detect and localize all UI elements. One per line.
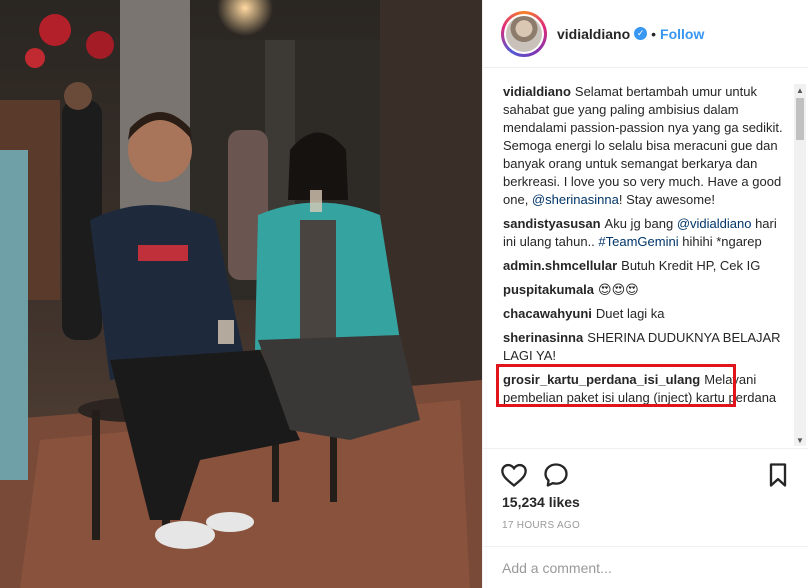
caption-text: Selamat bertambah umur untuk sahabat gue…	[503, 84, 783, 207]
comment-item: sandistyasusan Aku jg bang @vidialdiano h…	[503, 215, 793, 251]
post-header: vidialdiano ✓ • Follow	[483, 0, 808, 68]
post-timestamp[interactable]: 17 HOURS AGO	[502, 520, 580, 531]
scroll-up-arrow-icon[interactable]: ▲	[794, 84, 806, 96]
caption: vidialdiano Selamat bertambah umur untuk …	[503, 83, 793, 209]
scroll-down-arrow-icon[interactable]: ▼	[794, 434, 806, 446]
comment-item: puspitakumala 😍😍😍	[503, 281, 793, 299]
caption-mention[interactable]: @sherinasinna	[532, 192, 619, 207]
comment-username[interactable]: puspitakumala	[503, 282, 594, 297]
header-separator: •	[651, 25, 657, 42]
comment-username[interactable]: chacawahyuni	[503, 306, 592, 321]
comment-item: admin.shmcellular Butuh Kredit HP, Cek IG	[503, 257, 793, 275]
verified-badge-icon: ✓	[634, 27, 648, 40]
comment-text: hihihi *ngarep	[678, 234, 762, 249]
comments-list[interactable]: vidialdiano Selamat bertambah umur untuk …	[503, 83, 793, 445]
likes-count[interactable]: 15,234 likes	[502, 494, 580, 510]
comment-input[interactable]	[502, 557, 792, 579]
comment-hashtag[interactable]: #TeamGemini	[598, 234, 678, 249]
comment-item: grosir_kartu_perdana_isi_ulang Melayani p…	[503, 371, 793, 407]
comment-text: Butuh Kredit HP, Cek IG	[621, 258, 761, 273]
comment-username[interactable]: admin.shmcellular	[503, 258, 617, 273]
post-photo[interactable]	[0, 0, 482, 588]
comment-text: 😍😍😍	[598, 282, 639, 297]
heart-icon[interactable]	[500, 461, 528, 489]
comment-mention[interactable]: @vidialdiano	[677, 216, 752, 231]
comments-scrollbar[interactable]: ▲ ▼	[794, 84, 806, 446]
action-bar	[482, 448, 808, 500]
comment-bubble-icon[interactable]	[542, 461, 570, 489]
comment-text: Aku jg bang	[604, 216, 677, 231]
photo-illustration	[0, 0, 482, 588]
author-username[interactable]: vidialdiano	[557, 26, 630, 42]
comment-item-highlighted: sherinasinna SHERINA DUDUKNYA BELAJAR LAG…	[503, 329, 793, 365]
avatar-image	[506, 15, 542, 52]
author-avatar[interactable]	[501, 10, 547, 57]
follow-button[interactable]: Follow	[660, 26, 704, 42]
bookmark-icon[interactable]	[764, 461, 792, 489]
comment-text: Duet lagi ka	[595, 306, 665, 321]
comment-username[interactable]: sherinasinna	[503, 330, 583, 345]
caption-text-end: ! Stay awesome!	[618, 192, 715, 207]
comment-username[interactable]: sandistyasusan	[503, 216, 601, 231]
scrollbar-thumb[interactable]	[796, 98, 804, 140]
caption-username[interactable]: vidialdiano	[503, 84, 571, 99]
comment-item: chacawahyuni Duet lagi ka	[503, 305, 793, 323]
comment-username[interactable]: grosir_kartu_perdana_isi_ulang	[503, 372, 700, 387]
add-comment-bar	[482, 546, 808, 588]
